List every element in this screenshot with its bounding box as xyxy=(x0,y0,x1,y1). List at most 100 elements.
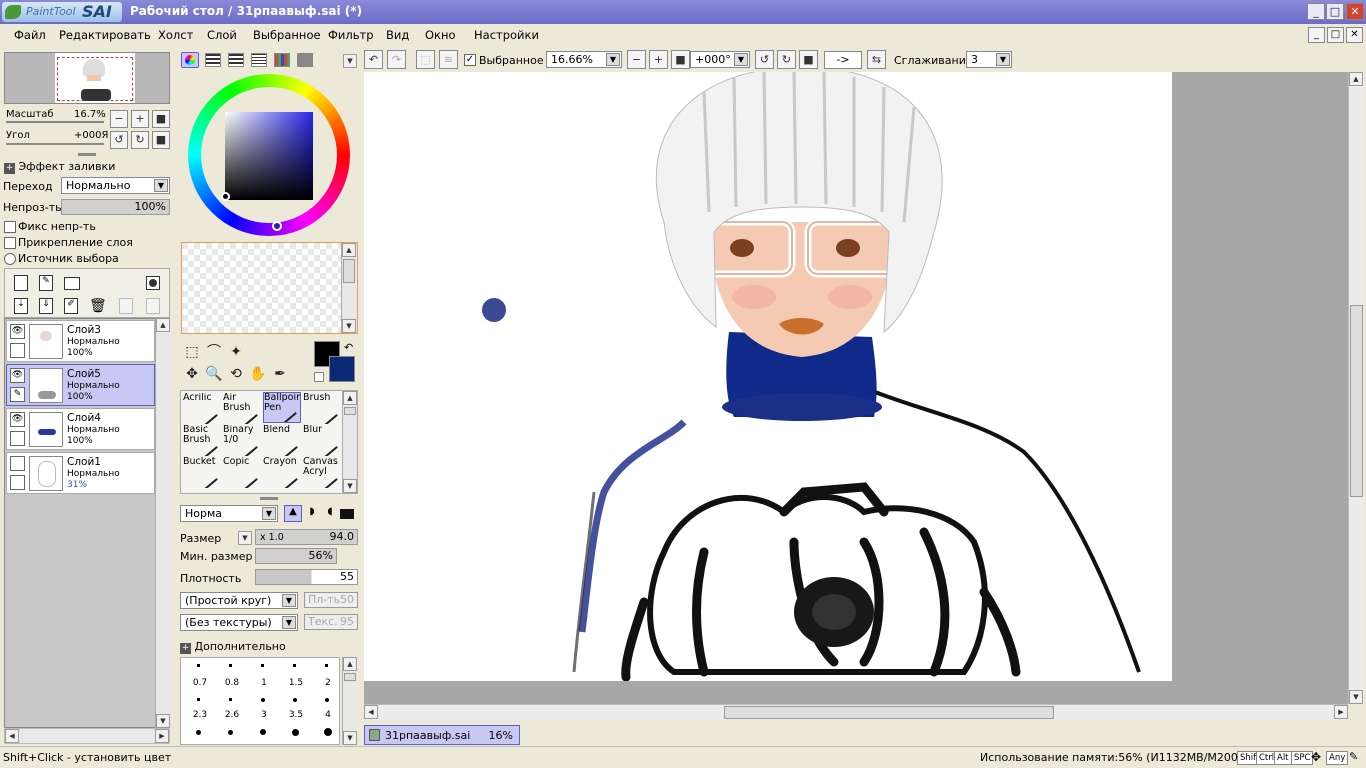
zoom-reset-button[interactable]: ■ xyxy=(671,50,690,69)
size-preset[interactable]: 1.5 xyxy=(285,678,307,688)
size-multiplier-dropdown[interactable]: ▼ xyxy=(238,531,252,545)
window-maximize-button[interactable]: □ xyxy=(1326,3,1344,20)
size-presets-scrollbar[interactable]: ▲ ▼ xyxy=(342,657,357,745)
new-linework-layer-icon[interactable]: ✎ xyxy=(39,275,53,291)
scroll-up-icon[interactable]: ▲ xyxy=(343,657,357,671)
rect-select-icon[interactable]: ⬚ xyxy=(183,343,201,361)
eye-icon[interactable]: 👁 xyxy=(10,368,25,383)
rotate-icon[interactable]: ⟲ xyxy=(227,365,245,383)
layer-item[interactable]: 👁 Слой4 Нормально 100% xyxy=(6,408,155,450)
scroll-up-icon[interactable]: ▲ xyxy=(343,391,357,405)
deselect-button[interactable]: ⬚ xyxy=(416,50,435,69)
scroll-down-icon[interactable]: ▼ xyxy=(342,319,356,333)
gradient-tab[interactable] xyxy=(251,53,267,67)
new-folder-icon[interactable] xyxy=(64,277,80,290)
zoom-reset-button[interactable]: ■ xyxy=(152,110,170,128)
rotate-right-button[interactable]: ↻ xyxy=(131,131,149,149)
layers-scrollbar[interactable]: ▲ ▼ xyxy=(155,318,170,728)
swatches-tab[interactable] xyxy=(274,53,290,67)
menu-window[interactable]: Окно xyxy=(425,28,456,42)
brush-mode-select[interactable]: Норма ▼ xyxy=(180,505,278,522)
eye-icon[interactable]: 👁 xyxy=(10,324,25,339)
scratchpad-scrollbar[interactable]: ▲ ▼ xyxy=(341,243,357,333)
document-tab[interactable]: 31рпаавыф.sai 16% xyxy=(364,725,520,745)
undo-button[interactable]: ↶ xyxy=(364,50,383,69)
scratchpad-tab[interactable] xyxy=(297,53,313,67)
size-slider[interactable]: x 1.0 94.0 xyxy=(255,529,358,545)
invert-selection-button[interactable]: ≡ xyxy=(439,50,458,69)
rotate-reset-button[interactable]: ■ xyxy=(152,131,170,149)
size-preset[interactable]: 0.8 xyxy=(221,678,243,688)
eye-icon[interactable]: 👁 xyxy=(10,412,25,427)
layer-lock-toggle[interactable] xyxy=(10,343,25,358)
opacity-slider[interactable]: 100% xyxy=(61,199,170,215)
edge-medium-icon[interactable]: ◖ xyxy=(322,506,338,520)
brush-grid-scrollbar[interactable]: ▲ ▼ xyxy=(342,391,357,493)
doc-close-button[interactable]: ✕ xyxy=(1346,27,1363,43)
brush-tool[interactable]: Blur xyxy=(303,425,341,456)
rotate-left-button[interactable]: ↺ xyxy=(110,131,128,149)
scroll-up-icon[interactable]: ▲ xyxy=(1349,72,1363,86)
hue-handle[interactable] xyxy=(272,221,282,231)
new-layer-icon[interactable] xyxy=(14,275,28,291)
zoom-out-button[interactable]: − xyxy=(110,110,128,128)
selection-checkbox[interactable]: ✓ xyxy=(464,54,476,66)
fill-effect-toggle[interactable]: + Эффект заливки xyxy=(4,160,115,174)
zoom-icon[interactable]: 🔍 xyxy=(205,365,223,383)
menu-edit[interactable]: Редактировать xyxy=(59,28,151,42)
density-slider[interactable]: 55 xyxy=(255,569,358,585)
eyedropper-icon[interactable]: ✒ xyxy=(271,365,289,383)
eye-hidden-toggle[interactable] xyxy=(10,456,25,471)
vscroll-thumb[interactable] xyxy=(1350,305,1363,497)
scroll-left-icon[interactable]: ◀ xyxy=(5,729,19,743)
edge-hard-icon[interactable]: ▲ xyxy=(284,505,302,522)
menu-canvas[interactable]: Холст xyxy=(158,28,193,42)
brush-tool[interactable]: Copic xyxy=(223,457,261,488)
rotate-right-button[interactable]: ↻ xyxy=(777,50,796,69)
menu-file[interactable]: Файл xyxy=(14,28,46,42)
redo-button[interactable]: ↷ xyxy=(387,50,406,69)
secondary-color-swatch[interactable] xyxy=(329,356,355,382)
rotate-reset-button[interactable]: ■ xyxy=(799,50,818,69)
size-preset[interactable]: 1 xyxy=(253,678,275,688)
clip-layer-checkbox[interactable] xyxy=(4,237,16,249)
saturation-value-square[interactable] xyxy=(225,112,313,200)
hsv-sliders-tab[interactable] xyxy=(228,53,244,67)
canvas-vscrollbar[interactable]: ▲ ▼ xyxy=(1348,72,1364,704)
layer-item[interactable]: Слой1 Нормально 31% xyxy=(6,452,155,494)
brush-tool[interactable]: Crayon xyxy=(263,457,301,488)
blend-mode-select[interactable]: Нормально ▼ xyxy=(61,177,170,194)
menu-layer[interactable]: Слой xyxy=(207,28,237,42)
brush-tool[interactable]: Air Brush xyxy=(223,393,261,424)
scroll-up-icon[interactable]: ▲ xyxy=(156,318,170,332)
delete-layer-icon[interactable]: 🗑 xyxy=(89,298,107,314)
merge-down-icon[interactable]: ⇓ xyxy=(39,298,53,314)
zoom-out-button[interactable]: − xyxy=(627,50,646,69)
brush-tool[interactable]: Bucket xyxy=(183,457,221,488)
canvas-artwork[interactable] xyxy=(364,72,1172,681)
lasso-icon[interactable]: ⌒ xyxy=(205,343,223,361)
canvas-viewport[interactable] xyxy=(364,72,1348,704)
size-preset[interactable]: 3 xyxy=(253,710,275,720)
layer-item[interactable]: 👁 ✎ Слой5 Нормально 100% xyxy=(6,364,155,406)
layer-mask-icon[interactable] xyxy=(146,276,160,290)
scroll-down-icon[interactable]: ▼ xyxy=(1349,690,1363,704)
size-preset[interactable]: 3.5 xyxy=(285,710,307,720)
scroll-right-icon[interactable]: ▶ xyxy=(155,729,169,743)
brush-tool[interactable]: Basic Brush xyxy=(183,425,221,456)
brush-shape-select[interactable]: (Простой круг) ▼ xyxy=(180,592,298,609)
fix-opacity-checkbox[interactable] xyxy=(4,221,16,233)
brush-edit-icon[interactable]: ✎ xyxy=(10,387,25,402)
move-icon[interactable]: ✥ xyxy=(183,365,201,383)
transfer-down-icon[interactable]: ⇣ xyxy=(14,298,28,314)
canvas-hscrollbar[interactable]: ◀ ▶ xyxy=(364,704,1348,720)
flip-direction-button[interactable]: -> xyxy=(824,51,862,69)
brush-tool[interactable]: Acrilic xyxy=(183,393,221,424)
window-close-button[interactable]: ✕ xyxy=(1346,3,1364,20)
size-preset[interactable]: 2.3 xyxy=(189,710,211,720)
advanced-toggle[interactable]: + Дополнительно xyxy=(180,640,286,654)
brush-tool-selected[interactable]: BallpointPen xyxy=(263,392,301,423)
zoom-in-button[interactable]: + xyxy=(649,50,668,69)
scroll-down-icon[interactable]: ▼ xyxy=(156,714,170,728)
size-preset[interactable]: 4 xyxy=(317,710,339,720)
